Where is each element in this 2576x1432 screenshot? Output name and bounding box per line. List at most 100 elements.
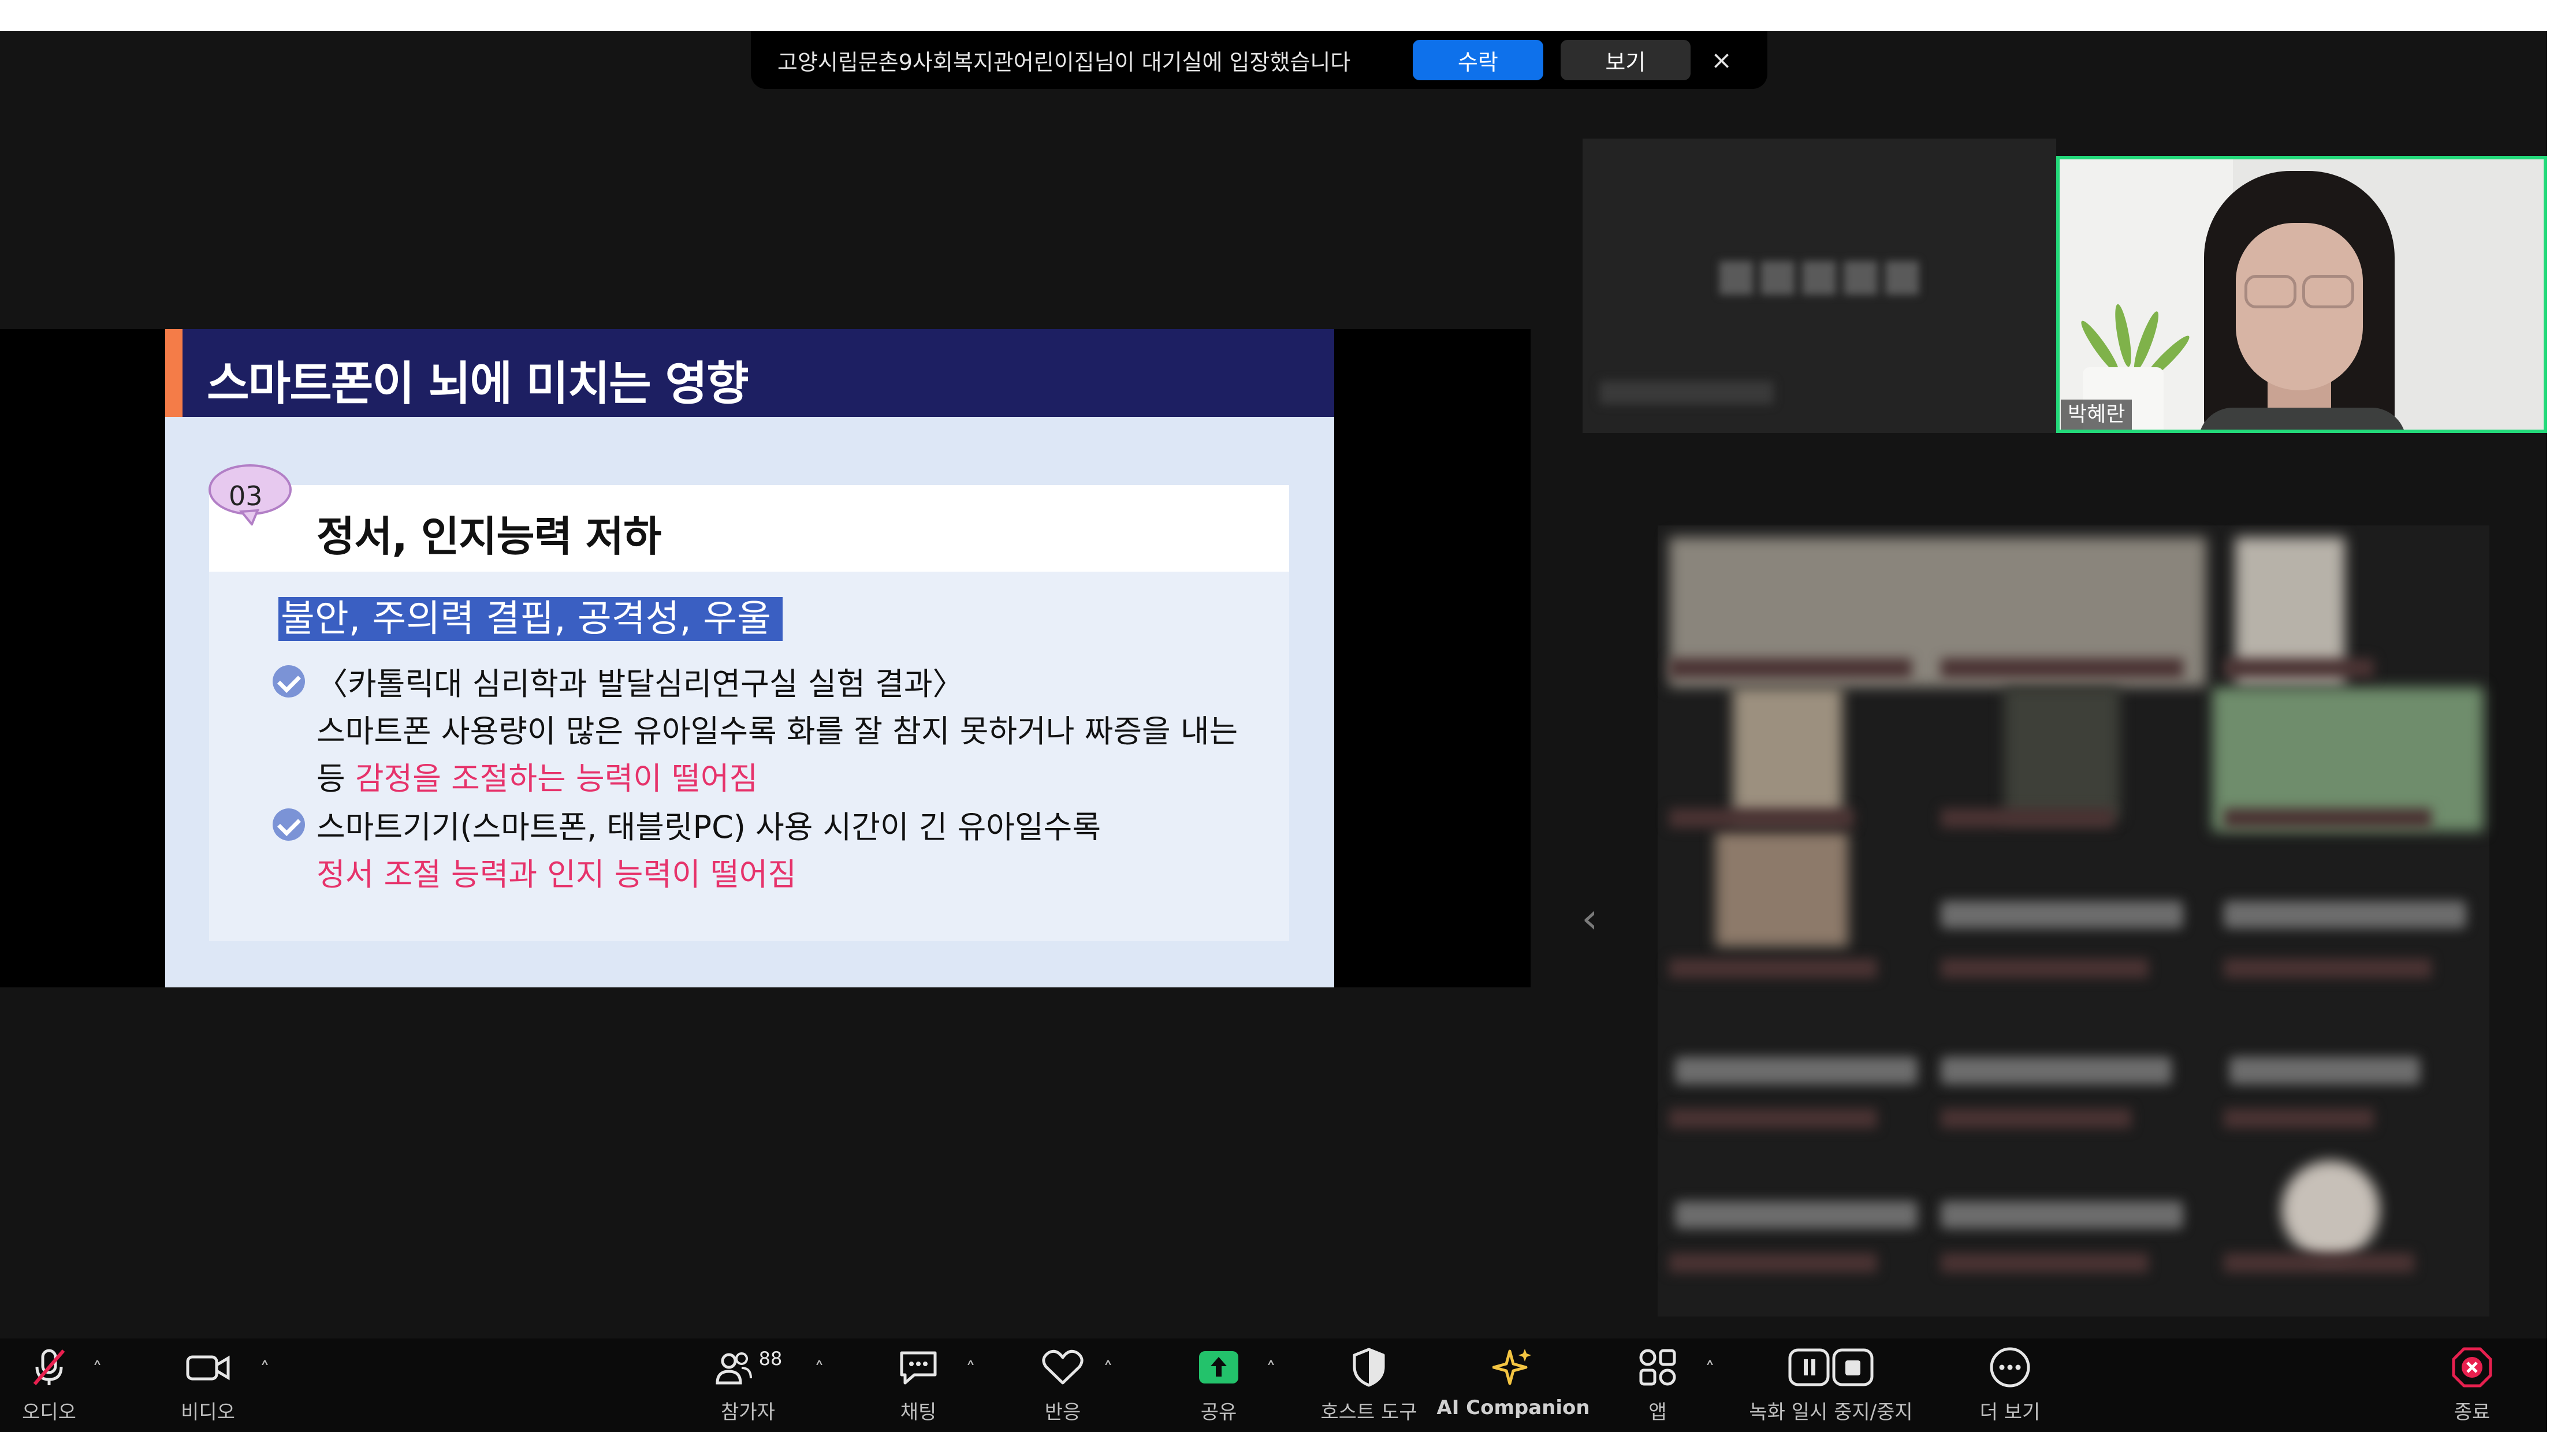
blurred-participant-status: [2224, 658, 2374, 678]
participant-gallery: [1658, 525, 2489, 1317]
video-button[interactable]: 비디오: [167, 1338, 248, 1432]
bullet1-line2: 스마트폰 사용량이 많은 유아일수록 화를 잘 참지 못하거나 짜증을 내는: [317, 713, 1238, 749]
host-tools-label: 호스트 도구: [1320, 1401, 1417, 1424]
video-options-caret[interactable]: ˄: [260, 1358, 270, 1381]
blurred-participant-status: [1600, 381, 1773, 404]
section-number: 03: [229, 480, 263, 512]
audio-button[interactable]: 오디오: [12, 1338, 87, 1432]
active-speaker-video[interactable]: 박혜란: [2056, 156, 2547, 433]
chat-options-caret[interactable]: ˄: [966, 1358, 976, 1381]
bullet1-line1: 〈카톨릭대 심리학과 발달심리연구실 실험 결과〉: [317, 666, 964, 702]
more-label: 더 보기: [1979, 1401, 2041, 1424]
share-options-caret[interactable]: ˄: [1266, 1358, 1276, 1381]
chat-icon: [897, 1338, 940, 1396]
reactions-label: 반응: [1044, 1401, 1081, 1424]
check-bullet-icon: [273, 665, 305, 698]
zoom-meeting-window: 고양시립문촌9사회복지관어린이집님이 대기실에 입장했습니다 수락 보기 × 스…: [0, 0, 2576, 1432]
blurred-participant-status: [1669, 1109, 1877, 1128]
participant-avatar[interactable]: [2281, 1161, 2380, 1259]
bullet1-emphasis: 감정을 조절하는 능력이 떨어짐: [355, 760, 758, 797]
recording-button[interactable]: 녹화 일시 중지/중지: [1733, 1338, 1929, 1432]
participant-tile[interactable]: [1733, 687, 1842, 820]
blurred-participant-status: [1941, 1109, 2131, 1128]
blurred-participant-name: [1675, 1201, 1918, 1229]
slide-title: 스마트폰이 뇌에 미치는 영향: [207, 357, 749, 411]
apps-button[interactable]: 앱: [1617, 1338, 1698, 1432]
video-label: 비디오: [181, 1401, 235, 1424]
window-edge: [2547, 31, 2576, 1432]
view-button[interactable]: 보기: [1560, 40, 1691, 80]
blurred-participant-name: [2224, 901, 2466, 928]
participants-label: 참가자: [721, 1401, 775, 1424]
blurred-participant-status: [2224, 959, 2432, 978]
reactions-button[interactable]: 반응: [1022, 1338, 1103, 1432]
blurred-participant-status: [1941, 658, 2183, 678]
participant-tile[interactable]: [2004, 687, 2120, 820]
admit-button[interactable]: 수락: [1413, 40, 1543, 80]
blurred-participant-status: [2224, 1109, 2374, 1128]
slide-header-accent: [165, 329, 183, 417]
glasses-lens: [2244, 275, 2296, 308]
participants-icon: 88: [699, 1338, 797, 1396]
pause-stop-icon: [1788, 1338, 1874, 1396]
share-button[interactable]: 공유: [1178, 1338, 1259, 1432]
blurred-participant-name: [1941, 1201, 2183, 1229]
share-screen-icon: [1198, 1338, 1239, 1396]
end-icon: [2450, 1338, 2494, 1396]
more-button[interactable]: 더 보기: [1964, 1338, 2056, 1432]
blurred-participant-status: [1941, 808, 2114, 828]
mic-muted-icon: [29, 1338, 69, 1396]
chevron-left-icon[interactable]: ‹: [1581, 894, 1598, 942]
check-bullet-icon: [273, 808, 305, 841]
section-title: 정서, 인지능력 저하: [317, 512, 661, 561]
heart-icon: [1041, 1338, 1084, 1396]
presentation-slide: 스마트폰이 뇌에 미치는 영향 03 정서, 인지능력 저하 불안, 주의력 결…: [165, 329, 1334, 987]
blurred-participant-status: [1941, 1253, 2149, 1273]
apps-icon: [1637, 1338, 1678, 1396]
participant-tile[interactable]: [1715, 831, 1848, 947]
blurred-participant-status: [1669, 1253, 1877, 1273]
blurred-participant-status: [2224, 808, 2432, 828]
close-icon[interactable]: ×: [1702, 40, 1741, 80]
host-tools-button[interactable]: 호스트 도구: [1305, 1338, 1432, 1432]
video-camera-icon: [185, 1338, 230, 1396]
blurred-participant-status: [1669, 808, 1854, 828]
apps-options-caret[interactable]: ˄: [1705, 1358, 1715, 1381]
bullet2-line1: 스마트기기(스마트폰, 태블릿PC) 사용 시간이 긴 유아일수록: [317, 809, 1101, 845]
ai-companion-label: AI Companion: [1436, 1396, 1590, 1419]
apps-label: 앱: [1648, 1401, 1667, 1424]
chat-label: 채팅: [900, 1401, 937, 1424]
reactions-options-caret[interactable]: ˄: [1103, 1358, 1113, 1381]
audio-options-caret[interactable]: ˄: [92, 1358, 102, 1381]
bullet2-emphasis: 정서 조절 능력과 인지 능력이 떨어짐: [317, 856, 797, 893]
blurred-participant-name: [1941, 901, 2183, 928]
ai-companion-button[interactable]: AI Companion: [1436, 1338, 1590, 1432]
blurred-participant-status: [1669, 658, 1912, 678]
participant-tile[interactable]: ■■■■■: [1583, 139, 2056, 433]
blurred-participant-status: [1669, 959, 1877, 978]
speaker-body: [2198, 408, 2406, 430]
sparkle-icon: [1492, 1338, 1534, 1396]
blurred-participant-name: [2229, 1057, 2420, 1084]
more-icon: [1988, 1338, 2032, 1396]
blurred-participant-name: [1675, 1057, 1918, 1084]
blurred-participant-name: ■■■■■: [1715, 248, 1923, 300]
blurred-participant-status: [2224, 1253, 2414, 1273]
chat-button[interactable]: 채팅: [878, 1338, 959, 1432]
end-label: 종료: [2454, 1401, 2491, 1424]
recording-label: 녹화 일시 중지/중지: [1749, 1401, 1913, 1424]
participants-button[interactable]: 88 참가자: [699, 1338, 797, 1432]
glasses-lens: [2302, 275, 2354, 308]
participant-count: 88: [758, 1348, 783, 1370]
participants-options-caret[interactable]: ˄: [814, 1358, 824, 1381]
speaker-name-label: 박혜란: [2061, 400, 2132, 430]
share-label: 공유: [1200, 1401, 1237, 1424]
waiting-room-notification: 고양시립문촌9사회복지관어린이집님이 대기실에 입장했습니다 수락 보기 ×: [751, 31, 1767, 89]
notification-message: 고양시립문촌9사회복지관어린이집님이 대기실에 입장했습니다: [777, 49, 1351, 75]
end-meeting-button[interactable]: 종료: [2432, 1338, 2512, 1432]
highlighted-keywords: 불안, 주의력 결핍, 공격성, 우울: [278, 597, 783, 641]
audio-label: 오디오: [22, 1401, 76, 1424]
bullet1-line3-prefix: 등: [317, 760, 355, 797]
meeting-toolbar: [0, 1338, 2547, 1432]
blurred-participant-status: [1941, 959, 2149, 978]
